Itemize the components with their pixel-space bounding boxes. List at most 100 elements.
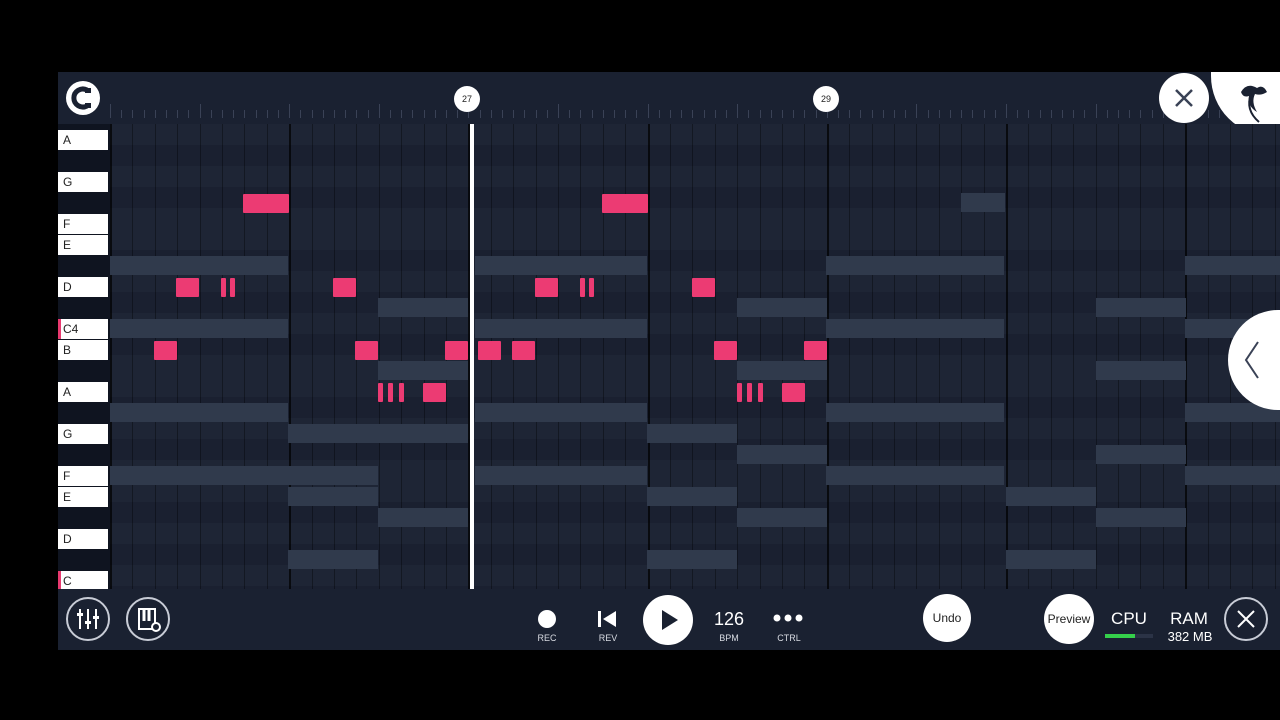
ghost-note	[288, 550, 378, 569]
record-button[interactable]	[538, 610, 556, 628]
exit-button[interactable]	[1224, 597, 1268, 641]
ruler-tick	[860, 110, 862, 118]
collapse-panel-button[interactable]	[1228, 310, 1280, 410]
ruler-tick	[927, 110, 929, 118]
note[interactable]	[333, 278, 356, 297]
ruler-tick	[434, 110, 436, 118]
ram-value: 382 MB	[1167, 629, 1213, 644]
note[interactable]	[804, 341, 827, 360]
ghost-note	[647, 487, 737, 506]
close-icon	[1237, 610, 1255, 628]
key-g-lower[interactable]: G	[58, 424, 108, 444]
note[interactable]	[692, 278, 715, 297]
cpu-meter-fill	[1105, 634, 1135, 638]
ruler-tick	[714, 110, 716, 118]
note[interactable]	[399, 383, 404, 402]
beat-line	[177, 124, 179, 589]
ruler-tick	[513, 110, 515, 118]
key-c3[interactable]: C	[58, 571, 108, 591]
note[interactable]	[580, 278, 585, 297]
mixer-icon	[77, 609, 99, 629]
mixer-button[interactable]	[66, 597, 110, 641]
note[interactable]	[243, 194, 289, 213]
key-d-upper[interactable]: D	[58, 277, 108, 297]
note[interactable]	[758, 383, 763, 402]
beat-line	[535, 124, 537, 589]
ruler-tick	[345, 110, 347, 118]
key-a-upper[interactable]: A	[58, 130, 108, 150]
magnet-snap-button[interactable]	[66, 81, 100, 115]
key-c4[interactable]: C4	[58, 319, 108, 339]
bar-marker-27[interactable]: 27	[454, 86, 480, 112]
cpu-label: CPU	[1111, 609, 1147, 628]
bpm-value[interactable]: 126	[705, 609, 753, 630]
note[interactable]	[176, 278, 199, 297]
ruler-tick	[378, 104, 380, 118]
preview-button[interactable]: Preview	[1044, 594, 1094, 644]
beat-line	[311, 124, 313, 589]
beat-line	[894, 124, 895, 589]
note[interactable]	[221, 278, 226, 297]
ghost-note	[475, 319, 647, 338]
note[interactable]	[782, 383, 805, 402]
note-grid[interactable]	[110, 124, 1280, 589]
beat-line	[1073, 124, 1075, 589]
ruler-tick	[938, 110, 940, 118]
ruler-tick	[1006, 104, 1007, 118]
note[interactable]	[747, 383, 752, 402]
piano-keyboard[interactable]: A G F E D C4 B A G F E D C	[58, 124, 110, 591]
note[interactable]	[355, 341, 378, 360]
key-e-lower[interactable]: E	[58, 487, 108, 507]
ghost-note	[110, 319, 288, 338]
key-d-lower[interactable]: D	[58, 529, 108, 549]
beat-line	[1207, 124, 1209, 589]
note[interactable]	[714, 341, 737, 360]
timeline-bar[interactable]: 27 29	[58, 72, 1280, 136]
note[interactable]	[230, 278, 235, 297]
ruler-tick	[322, 110, 324, 118]
key-f-lower[interactable]: F	[58, 466, 108, 486]
beat-line	[580, 124, 582, 589]
ghost-note	[378, 424, 468, 443]
beat-line	[558, 124, 559, 589]
note[interactable]	[535, 278, 558, 297]
close-button[interactable]	[1159, 73, 1209, 123]
note[interactable]	[602, 194, 648, 213]
ctrl-button[interactable]	[772, 611, 806, 625]
beat-line	[871, 124, 873, 589]
note[interactable]	[512, 341, 535, 360]
piano-settings-button[interactable]	[126, 597, 170, 641]
key-e-upper[interactable]: E	[58, 235, 108, 255]
ruler-tick	[1095, 104, 1097, 118]
key-a-lower[interactable]: A	[58, 382, 108, 402]
ruler-tick	[255, 110, 257, 118]
key-f-upper[interactable]: F	[58, 214, 108, 234]
ruler-tick	[1017, 110, 1019, 118]
note[interactable]	[378, 383, 383, 402]
ghost-note	[110, 403, 288, 422]
note[interactable]	[388, 383, 393, 402]
note[interactable]	[589, 278, 594, 297]
ghost-note	[737, 298, 827, 317]
ruler-tick	[614, 110, 615, 118]
ruler-tick	[546, 110, 548, 118]
note[interactable]	[154, 341, 177, 360]
undo-button[interactable]: Undo	[923, 594, 971, 642]
timeline-ruler[interactable]	[110, 72, 1280, 124]
ruler-tick	[356, 110, 358, 118]
key-b[interactable]: B	[58, 340, 108, 360]
ruler-tick	[804, 110, 806, 118]
ghost-note	[475, 403, 647, 422]
note[interactable]	[737, 383, 742, 402]
bar-marker-29[interactable]: 29	[813, 86, 839, 112]
key-g-upper[interactable]: G	[58, 172, 108, 192]
note[interactable]	[445, 341, 468, 360]
beat-line	[916, 124, 918, 589]
playhead[interactable]	[470, 124, 474, 589]
beat-line	[849, 124, 851, 589]
beat-line	[199, 124, 201, 589]
rewind-button[interactable]	[596, 608, 618, 630]
note[interactable]	[478, 341, 501, 360]
note[interactable]	[423, 383, 446, 402]
play-button[interactable]	[643, 595, 693, 645]
